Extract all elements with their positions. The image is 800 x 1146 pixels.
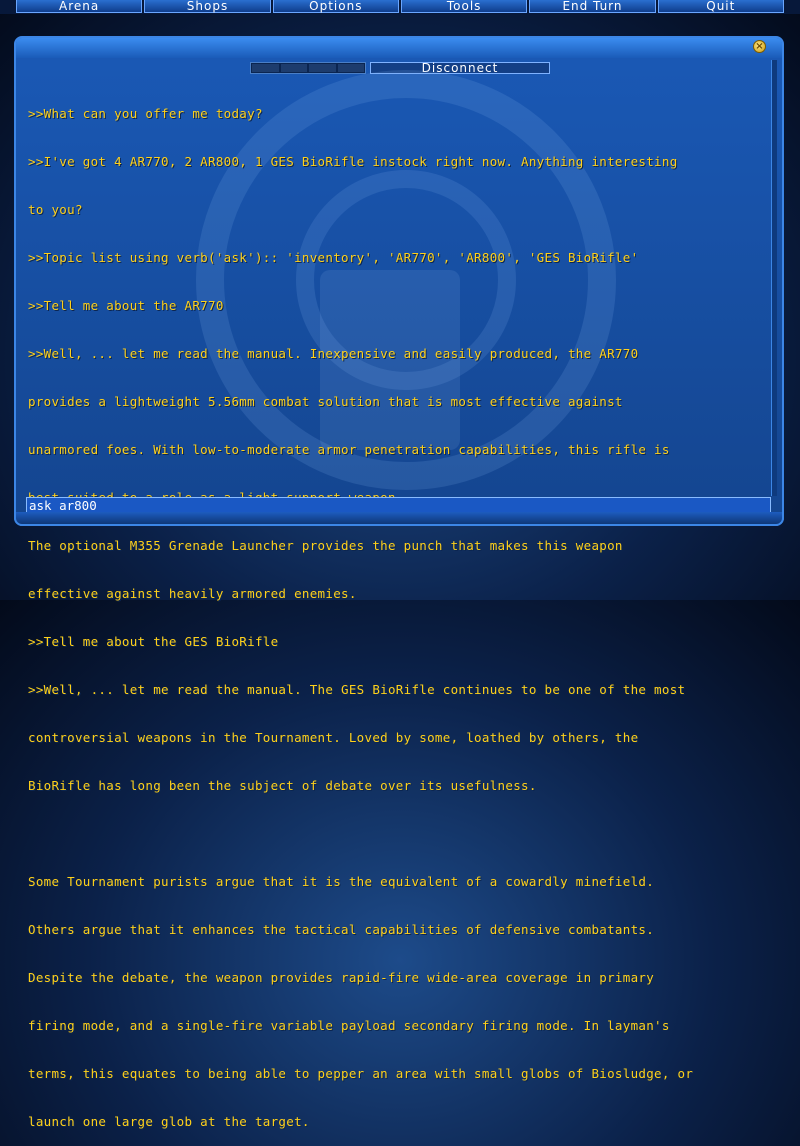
menu-end-turn-button[interactable]: End Turn bbox=[529, 0, 656, 13]
chat-log: >>What can you offer me today? >>I've go… bbox=[28, 74, 772, 1146]
chat-line: unarmored foes. With low-to-moderate arm… bbox=[28, 442, 670, 457]
chat-line: >>I've got 4 AR770, 2 AR800, 1 GES BioRi… bbox=[28, 154, 678, 169]
menu-arena-button[interactable]: Arena bbox=[16, 0, 143, 13]
chat-line: >>Tell me about the AR770 bbox=[28, 298, 224, 313]
menu-shops-button[interactable]: Shops bbox=[144, 0, 271, 13]
chat-line: >>Well, ... let me read the manual. The … bbox=[28, 682, 686, 697]
chat-line: Despite the debate, the weapon provides … bbox=[28, 970, 655, 985]
chat-line: >>Well, ... let me read the manual. Inex… bbox=[28, 346, 639, 361]
chat-line: >>What can you offer me today? bbox=[28, 106, 263, 121]
chat-line: Others argue that it enhances the tactic… bbox=[28, 922, 655, 937]
chat-line: BioRifle has long been the subject of de… bbox=[28, 778, 537, 793]
menu-options-button[interactable]: Options bbox=[272, 0, 399, 13]
chat-line: to you? bbox=[28, 202, 83, 217]
chat-line: provides a lightweight 5.56mm combat sol… bbox=[28, 394, 623, 409]
tab-segment bbox=[337, 64, 364, 72]
window-title-bar bbox=[16, 38, 782, 58]
chat-line: The optional M355 Grenade Launcher provi… bbox=[28, 538, 623, 553]
tab-inactive[interactable] bbox=[250, 62, 366, 74]
chat-line: >>Topic list using verb('ask'):: 'invent… bbox=[28, 250, 639, 265]
chat-line: >>Tell me about the GES BioRifle bbox=[28, 634, 279, 649]
chat-line: firing mode, and a single-fire variable … bbox=[28, 1018, 670, 1033]
top-menu-bar: Arena Shops Options Tools End Turn Quit bbox=[0, 0, 800, 14]
menu-quit-button[interactable]: Quit bbox=[657, 0, 784, 13]
tab-segment bbox=[252, 64, 279, 72]
chat-line: Some Tournament purists argue that it is… bbox=[28, 874, 655, 889]
command-input[interactable] bbox=[26, 497, 771, 513]
chat-line: terms, this equates to being able to pep… bbox=[28, 1066, 694, 1081]
chat-line: launch one large glob at the target. bbox=[28, 1114, 310, 1129]
chat-scrollbar[interactable] bbox=[771, 60, 777, 496]
chat-line: controversial weapons in the Tournament.… bbox=[28, 730, 639, 745]
window-bottom-frame bbox=[14, 512, 784, 526]
tab-segment bbox=[309, 64, 336, 72]
menu-tools-button[interactable]: Tools bbox=[400, 0, 528, 13]
tab-segment bbox=[280, 64, 307, 72]
close-icon[interactable]: × bbox=[753, 40, 766, 53]
chat-line bbox=[28, 826, 772, 842]
